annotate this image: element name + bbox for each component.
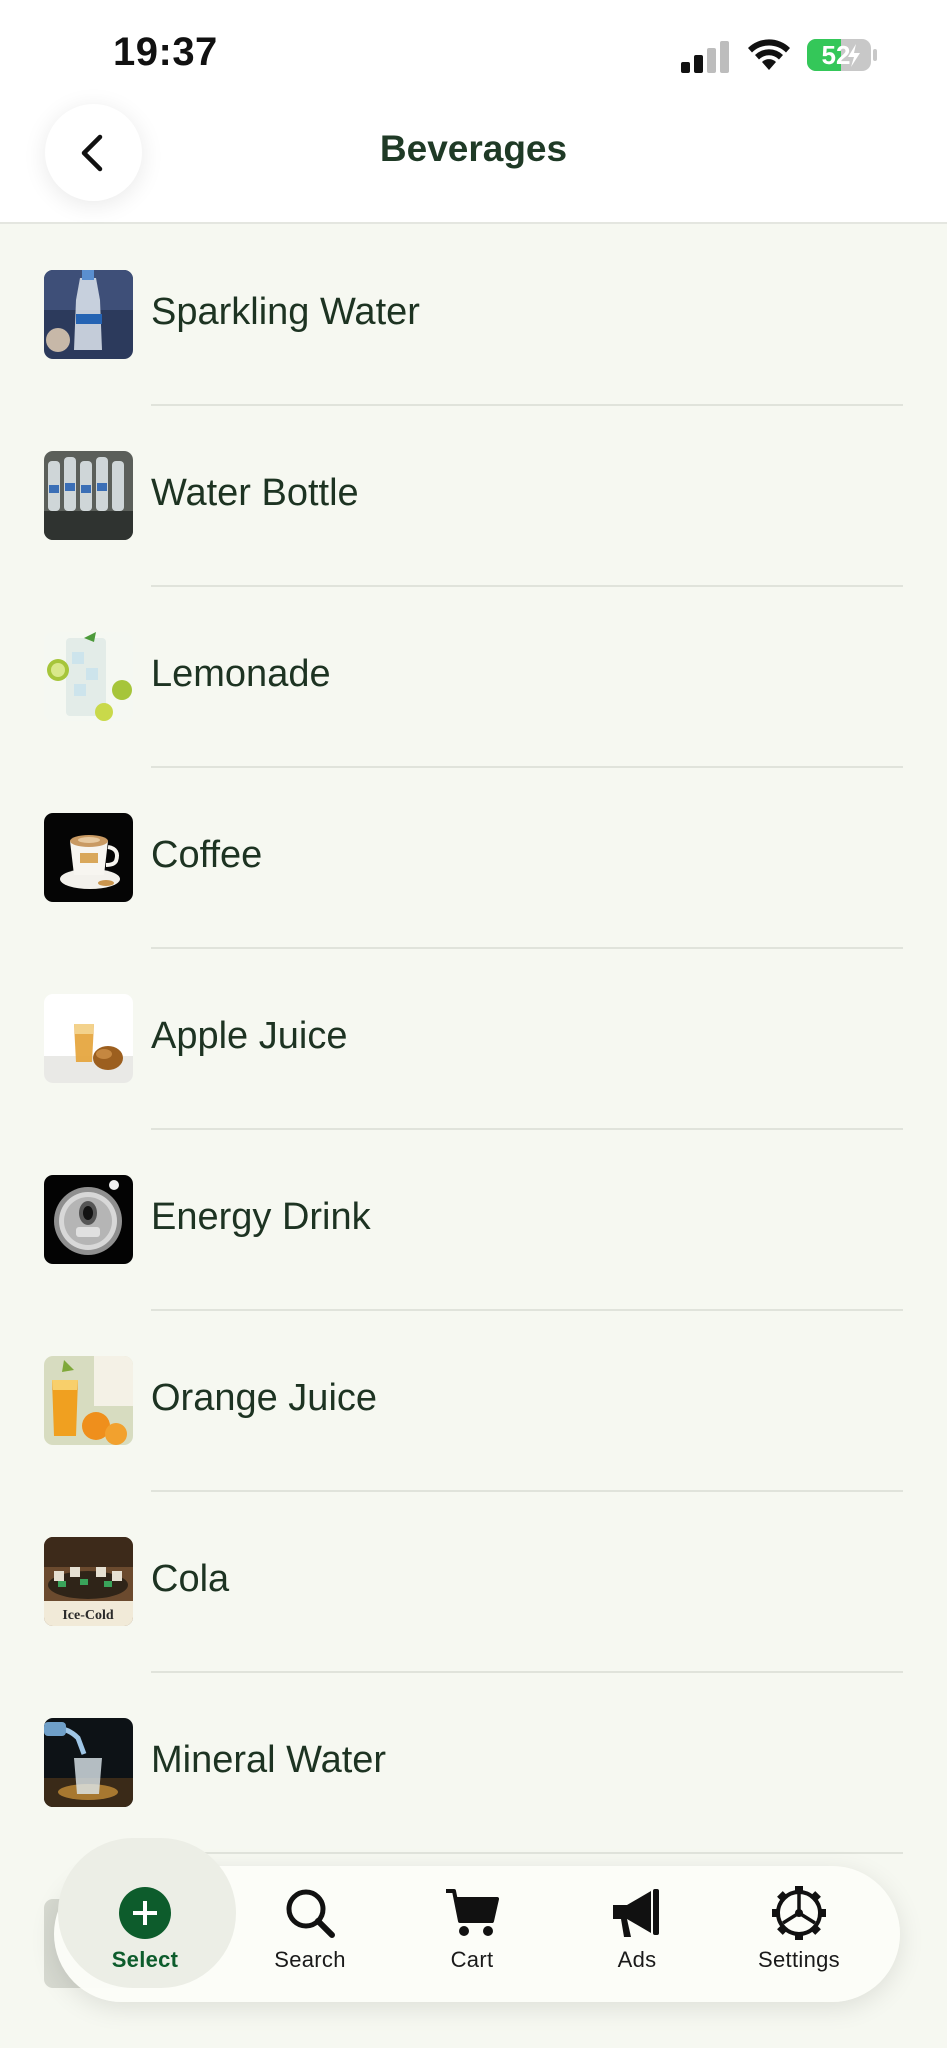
item-thumbnail: [44, 270, 133, 359]
item-thumbnail: [44, 1718, 133, 1807]
item-thumbnail: [44, 1175, 133, 1264]
gear-icon: [772, 1886, 826, 1940]
item-label: Lemonade: [151, 653, 331, 695]
plus-circle-icon: [119, 1887, 171, 1939]
item-thumbnail: [44, 632, 133, 721]
status-bar: 19:37 52: [0, 0, 947, 110]
list-item-apple-juice[interactable]: Apple Juice: [0, 949, 947, 1130]
item-thumbnail: [44, 451, 133, 540]
back-button[interactable]: [45, 104, 142, 201]
item-label: Water Bottle: [151, 472, 359, 514]
list-item-sparkling-water[interactable]: Sparkling Water: [0, 225, 947, 406]
tab-label: Settings: [758, 1947, 840, 1972]
item-label: Coffee: [151, 834, 263, 876]
list-item-cola[interactable]: Ice-Cold Cola: [0, 1492, 947, 1673]
tab-cart[interactable]: Cart: [392, 1885, 552, 1995]
page-title: Beverages: [379, 128, 568, 169]
battery-level: 52: [821, 40, 851, 70]
item-label: Mineral Water: [151, 1739, 387, 1781]
item-label: Cola: [151, 1558, 230, 1600]
tab-label: Select: [111, 1947, 179, 1972]
item-thumbnail: [44, 813, 133, 902]
tab-search[interactable]: Search: [230, 1885, 390, 1995]
item-label: Apple Juice: [151, 1015, 348, 1057]
item-thumbnail: [44, 1356, 133, 1445]
tab-label: Cart: [450, 1947, 494, 1972]
signal-icon: [681, 41, 729, 73]
tab-select[interactable]: Select: [65, 1885, 225, 1995]
tab-label: Search: [274, 1947, 346, 1972]
list-item-mineral-water[interactable]: Mineral Water: [0, 1673, 947, 1854]
item-label: Energy Drink: [151, 1196, 371, 1238]
thumbnail-text: Ice-Cold: [62, 1608, 114, 1623]
status-time: 19:37: [113, 30, 218, 74]
wifi-icon: [748, 39, 790, 70]
megaphone-icon: [613, 1889, 659, 1937]
cart-icon: [446, 1889, 499, 1936]
tab-settings[interactable]: Settings: [719, 1885, 879, 1995]
item-thumbnail: Ice-Cold: [44, 1537, 133, 1626]
list-item-energy-drink[interactable]: Energy Drink: [0, 1130, 947, 1311]
item-thumbnail: [44, 994, 133, 1083]
search-icon: [286, 1889, 335, 1938]
list-item-orange-juice[interactable]: Orange Juice: [0, 1311, 947, 1492]
tab-label: Ads: [617, 1947, 657, 1972]
list-item-lemonade[interactable]: Lemonade: [0, 587, 947, 768]
tab-ads[interactable]: Ads: [557, 1885, 717, 1995]
list-item-coffee[interactable]: Coffee: [0, 768, 947, 949]
list-item-water-bottle[interactable]: Water Bottle: [0, 406, 947, 587]
chevron-left-icon: [81, 134, 102, 171]
item-label: Orange Juice: [151, 1377, 378, 1419]
item-label: Sparkling Water: [151, 291, 420, 333]
